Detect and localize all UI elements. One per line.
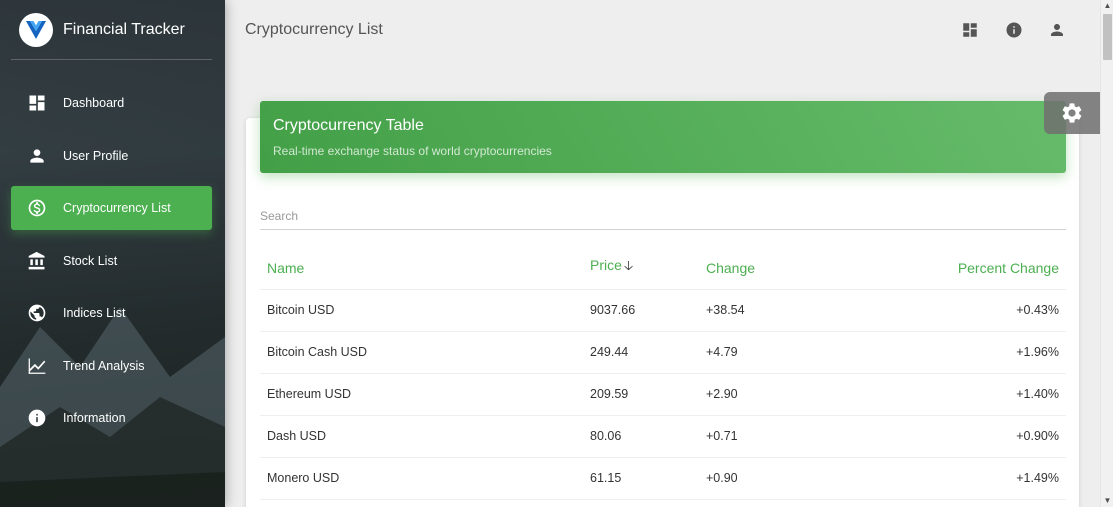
cell-name: Dash USD [260,415,590,458]
table-row[interactable]: Ethereum USD 209.59 +2.90 +1.40% [260,373,1066,416]
sidebar-item-cryptocurrency-list[interactable]: Cryptocurrency List [11,186,212,230]
table-row[interactable]: Bitcoin USD 9037.66 +38.54 +0.43% [260,289,1066,332]
column-header-name[interactable]: Name [260,247,590,290]
page-title: Cryptocurrency List [245,21,383,38]
column-header-percent-change[interactable]: Percent Change [856,247,1066,290]
column-header-price[interactable]: Price 🡣 [590,247,706,290]
cell-price: 9037.66 [590,289,706,332]
info-icon[interactable] [1004,20,1024,40]
cell-price: 61.15 [590,457,706,500]
vue-logo-icon [19,13,53,47]
sidebar-item-indices-list[interactable]: Indices List [11,291,212,335]
scroll-down-arrow-icon[interactable]: ▼ [1101,495,1113,507]
brand[interactable]: Financial Tracker [12,0,212,60]
cell-percent-change: +0.90% [856,415,1066,458]
brand-divider [11,59,212,60]
sidebar-nav: Dashboard User Profile Cryptocurrency Li… [11,81,212,449]
cell-change: +38.54 [706,289,856,332]
cell-price: 209.59 [590,373,706,416]
app-title: Financial Tracker [63,21,185,38]
cell-name: Monero USD [260,457,590,500]
cell-price: 80.06 [590,415,706,458]
vertical-scrollbar[interactable]: ▲ ▼ [1100,0,1113,507]
scrollbar-thumb[interactable] [1103,14,1112,60]
dashboard-icon [26,92,48,114]
cell-change: +4.79 [706,331,856,374]
scroll-up-arrow-icon[interactable]: ▲ [1101,0,1113,12]
table-header-row: Name Price 🡣 Change Percent Change [260,247,1066,290]
gear-icon [1062,103,1082,123]
card-header: Cryptocurrency Table Real-time exchange … [260,101,1066,173]
sidebar-item-label: User Profile [63,148,129,163]
bank-icon [26,250,48,272]
crypto-table: Name Price 🡣 Change Percent Change Bitcoi… [260,247,1066,500]
sidebar-item-user-profile[interactable]: User Profile [11,134,212,178]
sidebar-item-trend-analysis[interactable]: Trend Analysis [11,344,212,388]
info-icon [26,407,48,429]
sidebar-item-label: Cryptocurrency List [63,201,171,215]
sidebar-item-label: Stock List [63,253,118,268]
dollar-circle-icon [26,197,48,219]
sort-arrow-down-icon: 🡣 [623,257,634,273]
search-input[interactable] [260,203,1066,230]
card-subtitle: Real-time exchange status of world crypt… [273,144,552,158]
sidebar: Financial Tracker Dashboard User Profile… [0,0,225,507]
cell-percent-change: +1.49% [856,457,1066,500]
sidebar-item-dashboard[interactable]: Dashboard [11,81,212,125]
cell-name: Ethereum USD [260,373,590,416]
cell-change: +0.90 [706,457,856,500]
sidebar-item-label: Indices List [63,306,126,320]
person-icon [26,145,48,167]
cell-percent-change: +1.40% [856,373,1066,416]
cell-change: +0.71 [706,415,856,458]
globe-icon [26,302,48,324]
cell-percent-change: +0.43% [856,289,1066,332]
sidebar-item-stock-list[interactable]: Stock List [11,239,212,283]
card-title: Cryptocurrency Table [273,117,424,134]
cell-change: +2.90 [706,373,856,416]
dashboard-icon[interactable] [960,20,980,40]
line-chart-icon [26,355,48,377]
top-navbar: Cryptocurrency List [225,0,1100,60]
sidebar-item-label: Information [63,411,126,425]
column-header-change[interactable]: Change [706,247,856,290]
settings-button[interactable] [1044,92,1100,134]
cell-price: 249.44 [590,331,706,374]
table-row[interactable]: Monero USD 61.15 +0.90 +1.49% [260,457,1066,500]
person-icon[interactable] [1047,20,1067,40]
sidebar-item-information[interactable]: Information [11,396,212,440]
table-row[interactable]: Bitcoin Cash USD 249.44 +4.79 +1.96% [260,331,1066,374]
sidebar-item-label: Trend Analysis [63,358,145,373]
cell-percent-change: +1.96% [856,331,1066,374]
cell-name: Bitcoin Cash USD [260,331,590,374]
table-row[interactable]: Dash USD 80.06 +0.71 +0.90% [260,415,1066,458]
cell-name: Bitcoin USD [260,289,590,332]
sidebar-item-label: Dashboard [63,96,125,110]
